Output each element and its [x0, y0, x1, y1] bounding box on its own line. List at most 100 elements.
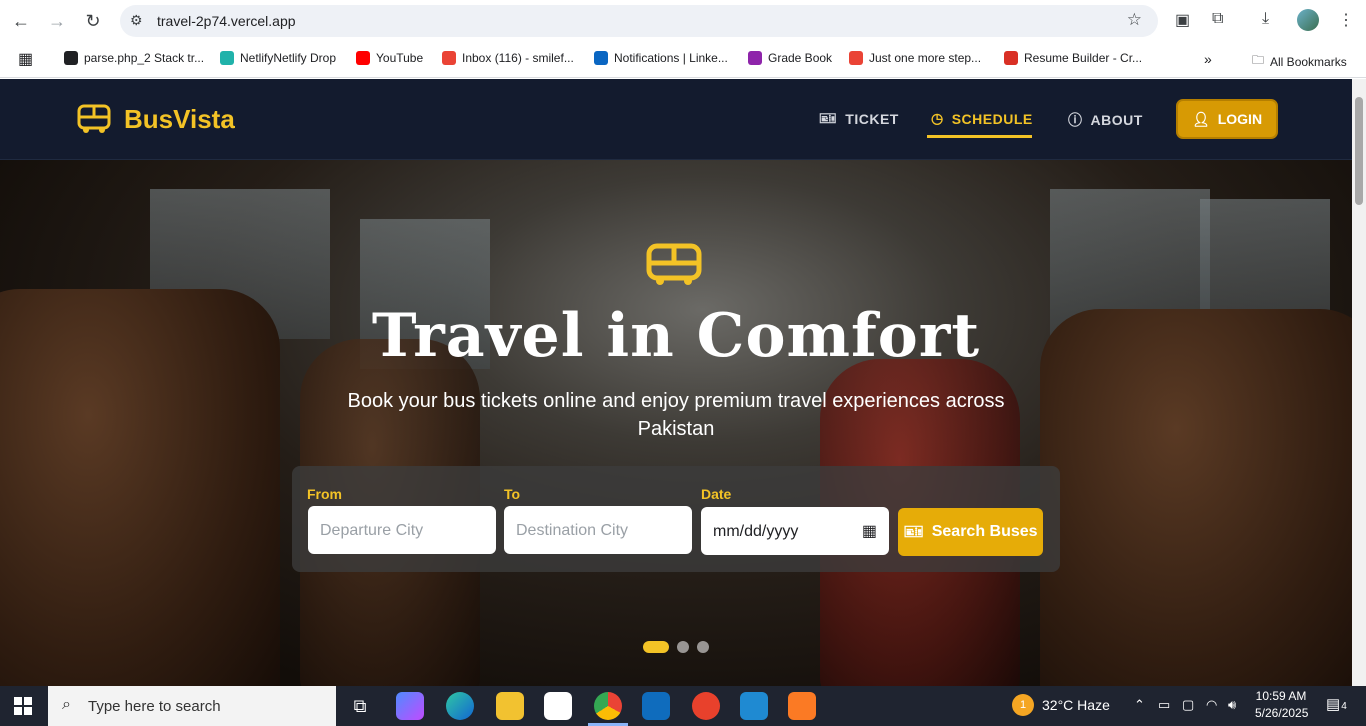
carousel-dot-1[interactable] — [643, 641, 669, 653]
forward-icon[interactable]: → — [44, 8, 70, 34]
brand-logo[interactable]: BusVista — [76, 103, 235, 135]
nav-about-label: ABOUT — [1090, 112, 1143, 128]
bookmark-item[interactable]: NetlifyNetlify Drop — [220, 51, 336, 65]
date-label: Date — [701, 486, 732, 502]
login-label: LOGIN — [1217, 111, 1263, 127]
brand-name: BusVista — [124, 103, 235, 134]
back-icon[interactable]: ← — [8, 8, 34, 34]
all-bookmarks[interactable]: 🗀 All Bookmarks — [1252, 51, 1347, 72]
calendar-icon[interactable]: ▦ — [862, 521, 877, 541]
search-form: From Departure City To Destination City … — [292, 466, 1060, 572]
bookmark-label: YouTube — [376, 51, 424, 65]
taskbar-search-placeholder: Type here to search — [88, 698, 221, 715]
date-value: mm/dd/yyyy — [713, 523, 799, 540]
bookmark-favicon-icon — [356, 51, 370, 65]
tray-chevron-icon[interactable]: ⌃ — [1134, 697, 1145, 713]
nav-ticket[interactable]: 🎫︎ TICKET — [819, 110, 899, 127]
weather-icon[interactable]: 1 — [1012, 694, 1034, 716]
carousel-indicators — [643, 641, 709, 653]
nav-about[interactable]: ⓘ ABOUT — [1068, 110, 1143, 130]
more-menu-icon[interactable]: ⋮ — [1338, 10, 1354, 30]
vscode-icon[interactable] — [740, 692, 768, 720]
hero-subtitle: Book your bus tickets online and enjoy p… — [347, 390, 1005, 440]
extensions-icon[interactable]: ⧉ — [1212, 10, 1223, 28]
reload-icon[interactable]: ↻ — [80, 8, 106, 34]
site-header: BusVista 🎫︎ TICKET ◷ SCHEDULE ⓘ ABOUT 👤︎… — [0, 79, 1352, 160]
wifi-icon[interactable]: ◠ — [1206, 697, 1217, 713]
bookmark-favicon-icon — [594, 51, 608, 65]
bookmarks-bar: ▦ parse.php_2 Stack tr... NetlifyNetlify … — [0, 42, 1366, 78]
bookmark-favicon-icon — [748, 51, 762, 65]
bookmark-item[interactable]: Grade Book — [748, 51, 832, 65]
bookmark-item[interactable]: Notifications | Linke... — [594, 51, 728, 65]
from-label: From — [307, 486, 342, 502]
hero-title: Travel in Comfort — [371, 301, 981, 371]
page-viewport: BusVista 🎫︎ TICKET ◷ SCHEDULE ⓘ ABOUT 👤︎… — [0, 79, 1352, 686]
departure-city-input[interactable]: Departure City — [308, 506, 496, 554]
copilot-icon[interactable] — [396, 692, 424, 720]
all-bookmarks-label: All Bookmarks — [1270, 54, 1347, 69]
windows-taskbar: ⌕ Type here to search ⧉ 1 32°C Haze ⌃ ▭ … — [0, 686, 1366, 726]
url-text[interactable]: travel-2p74.vercel.app — [157, 13, 296, 29]
volume-icon[interactable]: 🔊︎ — [1228, 697, 1236, 713]
file-explorer-icon[interactable] — [496, 692, 524, 720]
store-icon[interactable] — [544, 692, 572, 720]
site-info-icon[interactable]: ⚙ — [130, 12, 143, 29]
windows-start-icon[interactable] — [14, 697, 32, 715]
clock-time: 10:59 AM — [1255, 689, 1307, 703]
ticket-icon: 🎫︎ — [903, 524, 924, 541]
bookmark-favicon-icon — [849, 51, 863, 65]
bookmark-label: Resume Builder - Cr... — [1024, 51, 1143, 65]
bookmark-star-icon[interactable]: ☆ — [1127, 10, 1142, 30]
profile-avatar[interactable] — [1297, 9, 1319, 31]
folder-icon: 🗀 — [1252, 53, 1265, 67]
nav-schedule[interactable]: ◷ SCHEDULE — [931, 110, 1033, 127]
bookmark-favicon-icon — [1004, 51, 1018, 65]
search-buses-button[interactable]: 🎫︎ Search Buses — [898, 508, 1043, 556]
notification-center-icon[interactable]: ▤4 — [1326, 695, 1347, 713]
notification-count: 4 — [1341, 701, 1347, 712]
cast-icon[interactable]: ▣ — [1175, 10, 1190, 30]
edge-icon[interactable] — [446, 692, 474, 720]
bookmark-item[interactable]: Resume Builder - Cr... — [1004, 51, 1142, 65]
login-button[interactable]: 👤︎ LOGIN — [1176, 99, 1278, 139]
ticket-icon: 🎫︎ — [819, 110, 838, 126]
chrome-icon[interactable] — [594, 692, 622, 720]
wps-office-icon[interactable] — [692, 692, 720, 720]
page-scrollbar[interactable] — [1352, 79, 1366, 686]
scrollbar-thumb[interactable] — [1355, 97, 1363, 205]
apps-icon[interactable]: ▦ — [18, 49, 33, 69]
battery-icon[interactable]: ▭ — [1158, 697, 1170, 713]
weather-badge: 1 — [1019, 699, 1027, 711]
task-view-icon[interactable]: ⧉ — [346, 692, 374, 720]
clock-date: 5/26/2025 — [1255, 706, 1309, 720]
carousel-dot-3[interactable] — [697, 641, 709, 653]
info-icon: ⓘ — [1068, 112, 1083, 128]
bookmark-label: Just one more step... — [869, 51, 982, 65]
bookmark-label: Grade Book — [768, 51, 833, 65]
bookmark-item[interactable]: YouTube — [356, 51, 423, 65]
download-icon[interactable]: ⤓ — [1262, 10, 1269, 28]
xampp-icon[interactable] — [788, 692, 816, 720]
taskbar-search[interactable]: ⌕ Type here to search — [48, 686, 336, 726]
weather-text[interactable]: 32°C Haze — [1042, 697, 1110, 713]
bookmark-item[interactable]: Just one more step... — [849, 51, 981, 65]
destination-city-input[interactable]: Destination City — [504, 506, 692, 554]
outlook-icon[interactable] — [642, 692, 670, 720]
more-bookmarks-icon[interactable]: » — [1204, 51, 1212, 67]
browser-toolbar: ← → ↻ ⚙ travel-2p74.vercel.app ☆ ▣ ⧉ ⤓ ⋮ — [0, 0, 1366, 42]
nav-ticket-label: TICKET — [845, 110, 899, 127]
user-icon: 👤︎ — [1191, 110, 1210, 127]
hero-bus-icon — [646, 243, 702, 285]
address-bar[interactable]: ⚙ travel-2p74.vercel.app ☆ — [120, 5, 1158, 37]
carousel-dot-2[interactable] — [677, 641, 689, 653]
nav-schedule-label: SCHEDULE — [951, 110, 1033, 127]
bookmark-favicon-icon — [64, 51, 78, 65]
bookmark-label: parse.php_2 Stack tr... — [84, 51, 205, 65]
date-input[interactable]: mm/dd/yyyy ▦ — [701, 507, 889, 555]
clock[interactable]: 10:59 AM 5/26/2025 — [1255, 689, 1309, 720]
bookmark-item[interactable]: parse.php_2 Stack tr... — [64, 51, 204, 65]
search-icon: ⌕ — [62, 696, 71, 713]
bookmark-item[interactable]: Inbox (116) - smilef... — [442, 51, 574, 65]
meet-now-icon[interactable]: ▢ — [1182, 697, 1194, 713]
